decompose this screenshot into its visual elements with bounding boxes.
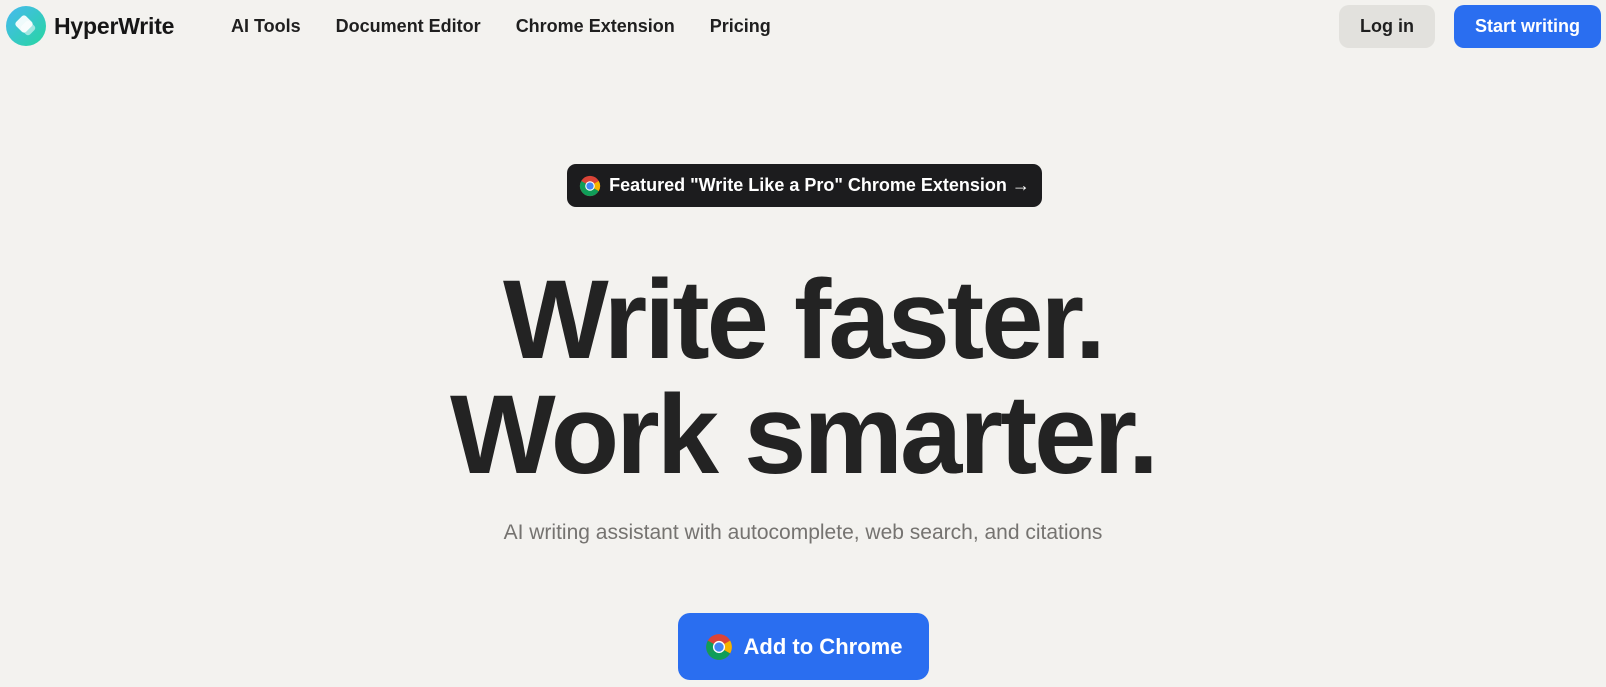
nav-ai-tools[interactable]: AI Tools	[231, 14, 301, 38]
chrome-icon	[705, 633, 732, 660]
add-to-chrome-button[interactable]: Add to Chrome	[678, 613, 929, 680]
hero-title-line-2: Work smarter.	[450, 372, 1159, 497]
start-writing-button[interactable]: Start writing	[1454, 5, 1601, 48]
site-header: HyperWrite AI Tools Document Editor Chro…	[0, 0, 1606, 52]
main-nav: AI Tools Document Editor Chrome Extensio…	[231, 14, 806, 38]
hero-title-line-1: Write faster.	[502, 257, 1106, 382]
chrome-icon	[579, 175, 601, 196]
brand-name: HyperWrite	[54, 12, 175, 39]
arrow-right-icon: →	[1011, 175, 1030, 195]
featured-badge-text: Featured "Write Like a Pro" Chrome Exten…	[609, 175, 1007, 195]
nav-chrome-extension[interactable]: Chrome Extension	[516, 14, 675, 38]
nav-pricing[interactable]: Pricing	[710, 14, 771, 38]
featured-extension-badge[interactable]: Featured "Write Like a Pro" Chrome Exten…	[567, 164, 1042, 207]
hero-subtitle: AI writing assistant with autocomplete, …	[503, 521, 1103, 544]
hero-title: Write faster. Work smarter.	[0, 262, 1606, 492]
hyperwrite-logo-icon	[6, 6, 46, 46]
login-button[interactable]: Log in	[1339, 5, 1435, 48]
nav-document-editor[interactable]: Document Editor	[336, 14, 481, 38]
brand-home-link[interactable]: HyperWrite	[6, 6, 174, 46]
add-to-chrome-label: Add to Chrome	[743, 633, 903, 659]
